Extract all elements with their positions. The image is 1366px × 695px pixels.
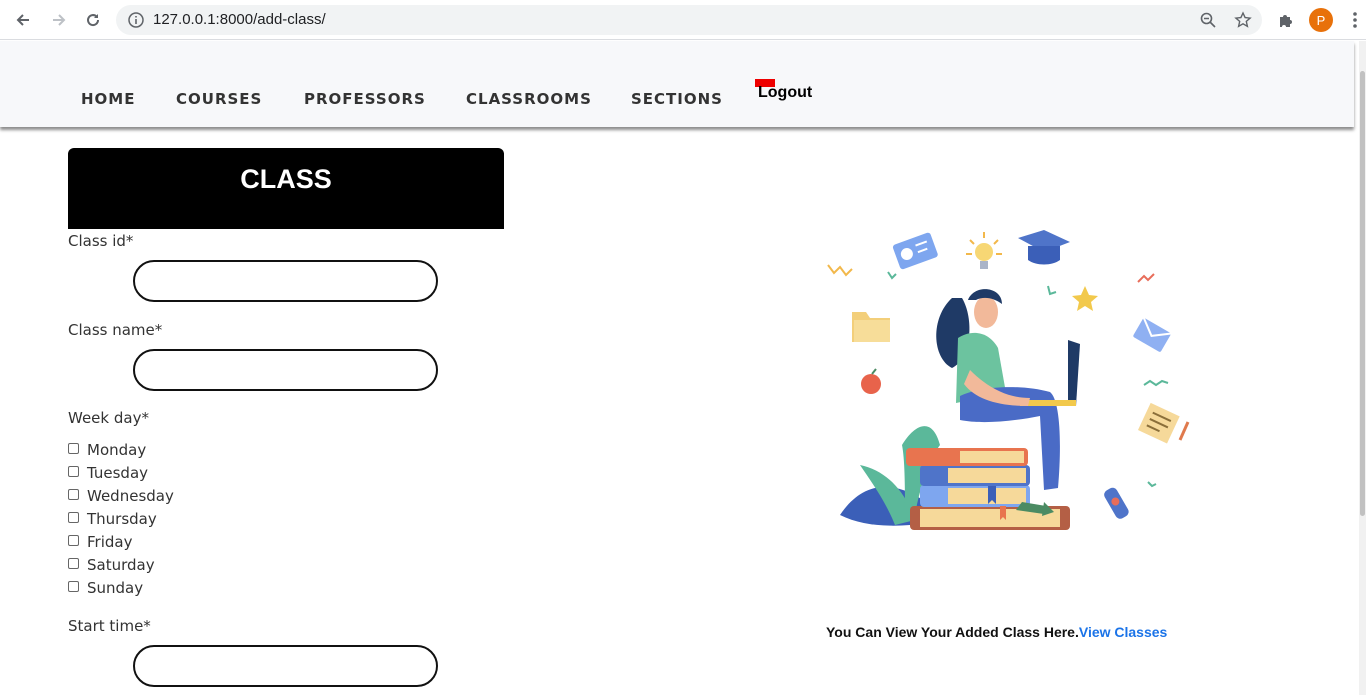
view-classes-link[interactable]: View Classes [1079, 624, 1167, 640]
address-bar[interactable]: 127.0.0.1:8000/add-class/ [116, 5, 1262, 35]
bookmark-star-icon[interactable] [1234, 11, 1252, 29]
class-name-label: Class name* [68, 321, 163, 339]
day-option-friday[interactable]: Friday [68, 532, 132, 552]
day-option-saturday[interactable]: Saturday [68, 555, 155, 575]
checkbox[interactable] [68, 488, 79, 500]
day-option-tuesday[interactable]: Tuesday [68, 463, 148, 483]
url-text[interactable]: 127.0.0.1:8000/add-class/ [153, 11, 326, 28]
checkbox[interactable] [68, 534, 79, 546]
day-label: Saturday [87, 556, 155, 574]
day-option-wednesday[interactable]: Wednesday [68, 486, 174, 506]
day-label: Tuesday [87, 464, 149, 482]
page-scrollbar[interactable] [1359, 41, 1366, 695]
menu-kebab-icon[interactable] [1343, 8, 1366, 32]
start-time-label: Start time* [68, 617, 151, 635]
class-id-label: Class id* [68, 232, 134, 250]
nav-courses[interactable]: COURSES [176, 90, 262, 108]
site-navbar: HOME COURSES PROFESSORS CLASSROOMS SECTI… [0, 41, 1354, 127]
day-option-thursday[interactable]: Thursday [68, 509, 157, 529]
day-label: Sunday [87, 579, 144, 597]
checkbox[interactable] [68, 511, 79, 523]
checkbox[interactable] [68, 557, 79, 569]
class-name-input[interactable] [133, 349, 438, 391]
start-time-input[interactable] [133, 645, 438, 687]
logout-link[interactable]: Logout [758, 84, 812, 102]
class-id-input[interactable] [133, 260, 438, 302]
form-header: CLASS [68, 148, 504, 229]
extensions-icon[interactable] [1274, 8, 1298, 32]
browser-toolbar: 127.0.0.1:8000/add-class/ P [0, 0, 1366, 40]
nav-home[interactable]: HOME [81, 90, 135, 108]
form-title: CLASS [240, 164, 332, 194]
profile-avatar[interactable]: P [1309, 8, 1333, 32]
nav-classrooms[interactable]: CLASSROOMS [466, 90, 592, 108]
day-option-sunday[interactable]: Sunday [68, 578, 143, 598]
day-label: Wednesday [87, 487, 174, 505]
day-label: Monday [87, 441, 147, 459]
scrollbar-thumb[interactable] [1360, 71, 1365, 516]
student-laptop-illustration [827, 230, 1190, 530]
day-label: Friday [87, 533, 133, 551]
nav-sections[interactable]: SECTIONS [631, 90, 723, 108]
reload-icon[interactable] [81, 8, 105, 32]
back-icon[interactable] [11, 8, 35, 32]
forward-icon[interactable] [47, 8, 71, 32]
checkbox[interactable] [68, 442, 79, 454]
checkbox[interactable] [68, 465, 79, 477]
nav-professors[interactable]: PROFESSORS [304, 90, 426, 108]
info-icon[interactable] [127, 11, 145, 29]
zoom-icon[interactable] [1199, 11, 1217, 29]
week-day-label: Week day* [68, 409, 149, 427]
view-classes-note: You Can View Your Added Class Here.View … [826, 624, 1167, 640]
day-label: Thursday [87, 510, 157, 528]
checkbox[interactable] [68, 580, 79, 592]
day-option-monday[interactable]: Monday [68, 440, 146, 460]
view-classes-text: You Can View Your Added Class Here. [826, 624, 1079, 640]
